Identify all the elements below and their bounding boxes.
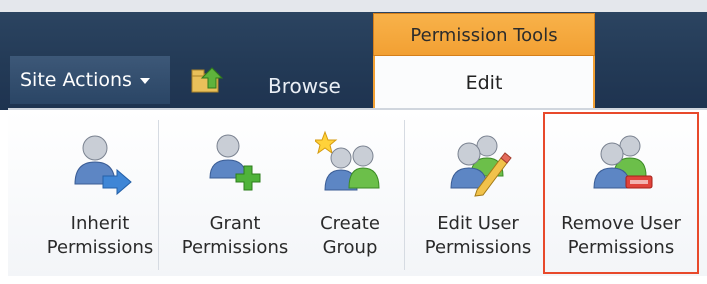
group-separator bbox=[404, 120, 405, 270]
edit-line1: Edit User bbox=[437, 213, 519, 234]
grant-permissions-button[interactable]: Grant Permissions bbox=[173, 118, 297, 278]
site-actions-menu[interactable]: Site Actions bbox=[10, 56, 170, 104]
inherit-line2: Permissions bbox=[46, 237, 154, 258]
inherit-permissions-button[interactable]: Inherit Permissions bbox=[44, 118, 156, 278]
users-edit-icon bbox=[450, 135, 512, 197]
edit-line2: Permissions bbox=[424, 237, 532, 258]
create-line2: Group bbox=[322, 237, 378, 258]
user-add-icon bbox=[209, 134, 261, 191]
navigate-up-icon[interactable] bbox=[190, 64, 226, 96]
edit-user-permissions-button[interactable]: Edit User Permissions bbox=[414, 118, 542, 278]
permission-tools-context-label: Permission Tools bbox=[373, 13, 595, 56]
group-create-icon bbox=[315, 130, 380, 191]
inherit-line1: Inherit bbox=[70, 213, 130, 234]
site-actions-label: Site Actions bbox=[20, 69, 132, 91]
highlight-box bbox=[543, 112, 699, 274]
tab-edit[interactable]: Edit bbox=[373, 56, 595, 110]
create-group-button[interactable]: Create Group bbox=[307, 118, 393, 278]
tab-browse[interactable]: Browse bbox=[268, 74, 341, 98]
grant-line1: Grant bbox=[209, 213, 261, 234]
group-separator bbox=[158, 120, 159, 270]
dropdown-caret-icon bbox=[139, 77, 150, 84]
create-line1: Create bbox=[320, 213, 380, 234]
grant-line2: Permissions bbox=[181, 237, 289, 258]
user-arrow-icon bbox=[74, 135, 132, 196]
